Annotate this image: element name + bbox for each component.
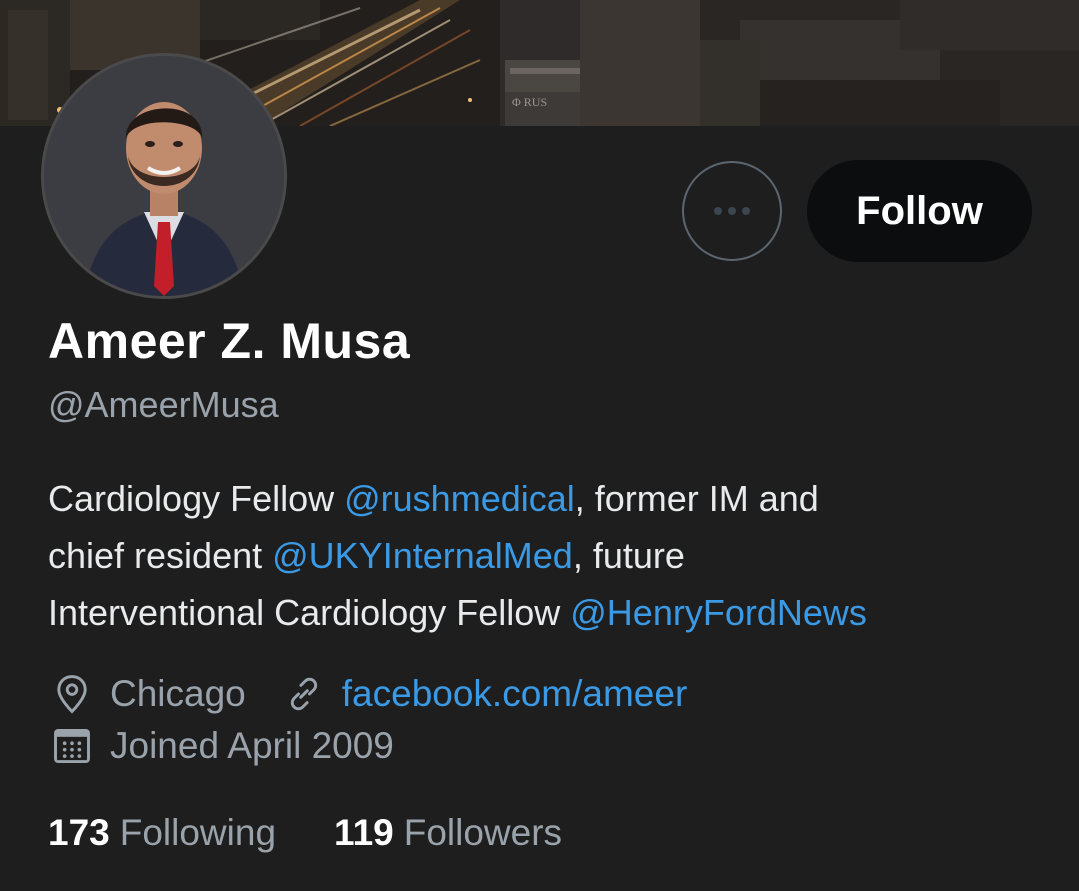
bio-line-1: Cardiology Fellow @rushmedical, former I… bbox=[48, 470, 1058, 527]
follow-button[interactable]: Follow bbox=[807, 160, 1032, 262]
following-stat-link[interactable]: 173 Following bbox=[48, 812, 276, 854]
profile-location: Chicago bbox=[110, 673, 246, 714]
mention-link-ukyinternalmed[interactable]: @UKYInternalMed bbox=[272, 535, 573, 576]
profile-website-link[interactable]: facebook.com/ameer bbox=[342, 673, 688, 715]
followers-stat-link[interactable]: 119 Followers bbox=[334, 812, 562, 854]
mention-link-henryfordnews[interactable]: @HenryFordNews bbox=[570, 592, 867, 633]
following-count: 173 bbox=[48, 812, 110, 853]
profile-joined-date: Joined April 2009 bbox=[110, 725, 394, 766]
bio-text: chief resident bbox=[48, 535, 273, 576]
bio-line-2: chief resident @UKYInternalMed, future bbox=[48, 527, 1058, 584]
bio-text: , future bbox=[572, 535, 685, 576]
followers-count: 119 bbox=[334, 812, 394, 853]
bio-line-3: Interventional Cardiology Fellow @HenryF… bbox=[48, 584, 1058, 641]
more-horizontal-icon bbox=[711, 207, 753, 215]
mention-link-rushmedical[interactable]: @rushmedical bbox=[344, 478, 575, 519]
more-options-button[interactable] bbox=[682, 161, 782, 261]
profile-display-name: Ameer Z. Musa bbox=[48, 313, 411, 369]
profile-meta-location-website: Chicago facebook.com/ameer bbox=[50, 672, 687, 716]
following-label: Following bbox=[119, 812, 277, 853]
svg-text:Φ RUS: Φ RUS bbox=[512, 95, 547, 109]
profile-handle: @AmeerMusa bbox=[48, 384, 279, 425]
calendar-icon bbox=[50, 724, 94, 768]
location-pin-icon bbox=[50, 672, 94, 716]
link-icon bbox=[282, 672, 326, 716]
bio-text: Interventional Cardiology Fellow bbox=[48, 592, 571, 633]
profile-meta-joined: Joined April 2009 bbox=[50, 724, 394, 768]
followers-label: Followers bbox=[403, 812, 563, 853]
bio-text: , former IM and bbox=[574, 478, 819, 519]
profile-bio: Cardiology Fellow @rushmedical, former I… bbox=[48, 470, 1058, 641]
profile-avatar[interactable] bbox=[41, 53, 287, 299]
profile-stats: 173 Following 119 Followers bbox=[48, 812, 562, 854]
bio-text: Cardiology Fellow bbox=[48, 478, 345, 519]
profile-page: Φ RUS Follow Ameer Z. Musa @AmeerMusa Ca… bbox=[0, 0, 1079, 891]
